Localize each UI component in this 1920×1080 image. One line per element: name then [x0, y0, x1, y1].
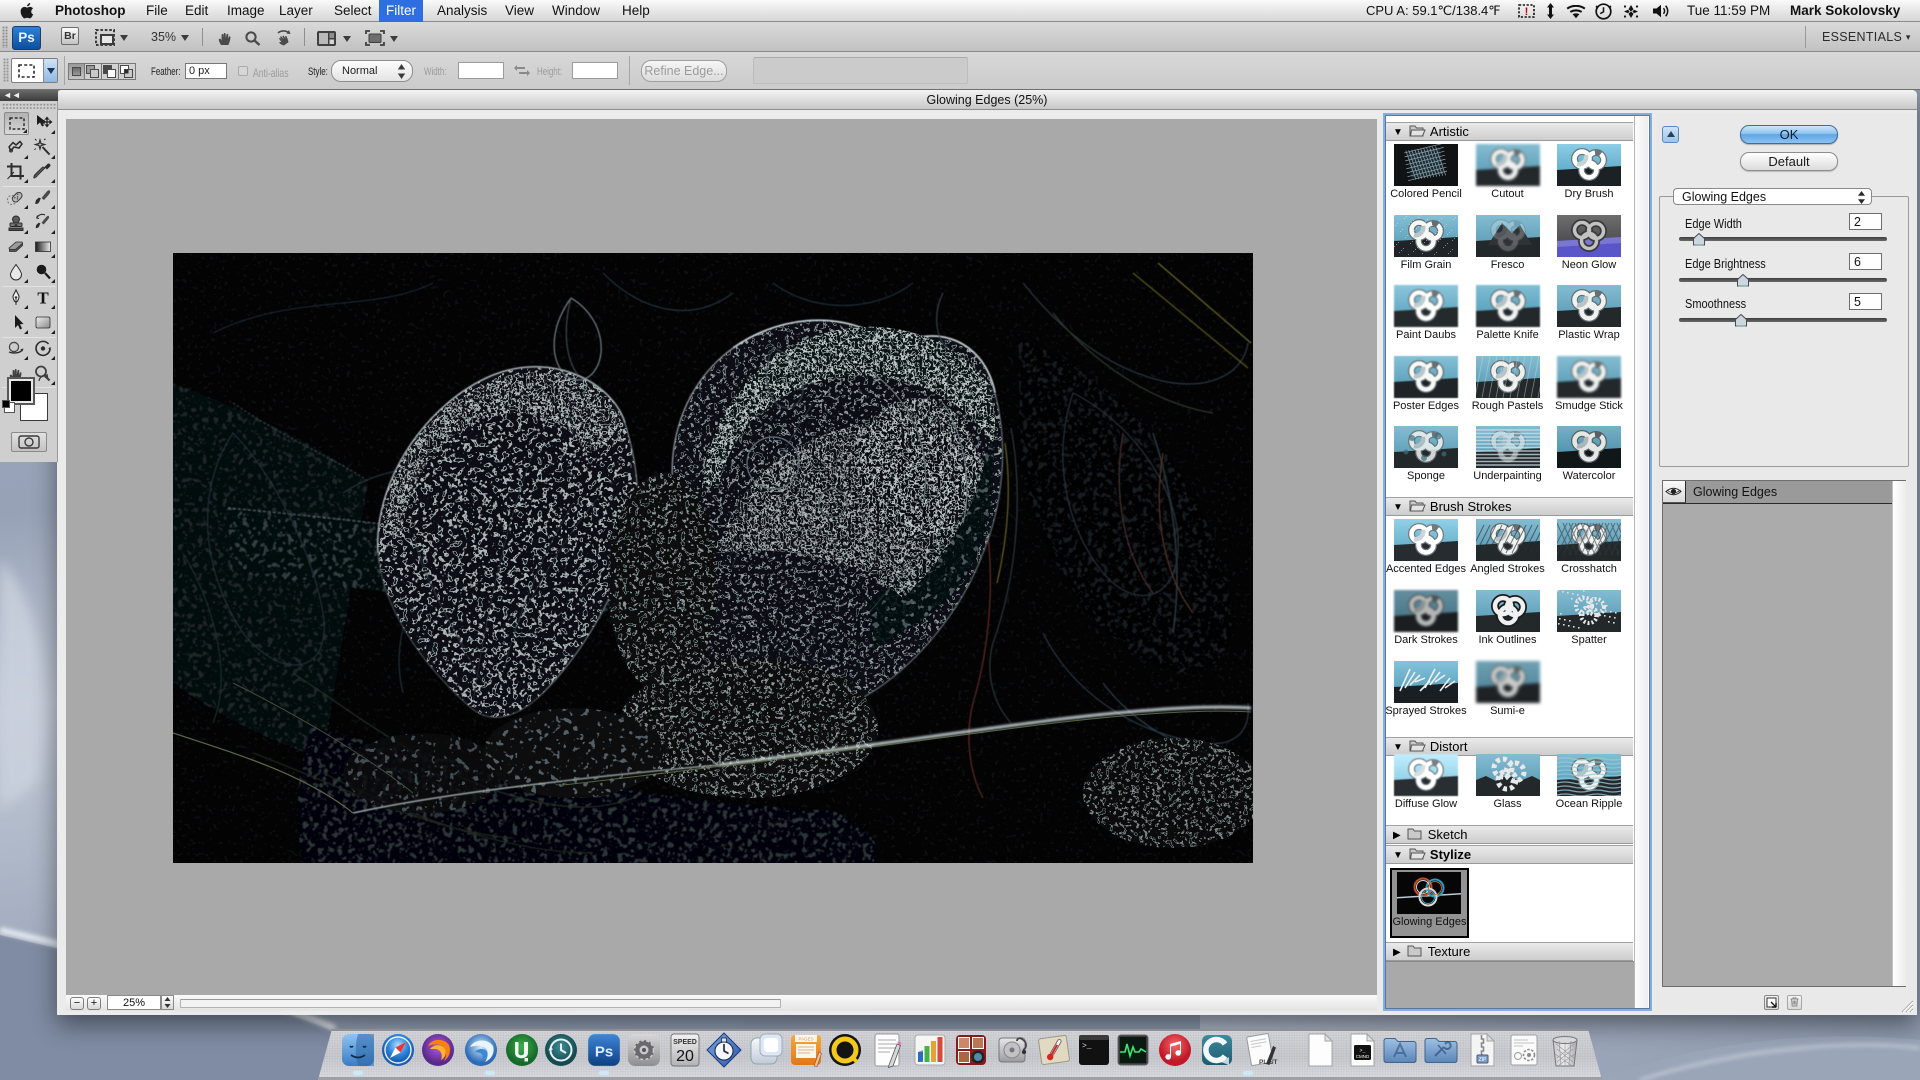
svg-text:PAGES: PAGES	[798, 1037, 813, 1042]
svg-text:>_: >_	[1082, 1042, 1092, 1051]
svg-text:20: 20	[676, 1048, 694, 1065]
svg-text:SPEED: SPEED	[673, 1039, 697, 1046]
svg-text:Ps: Ps	[595, 1044, 613, 1061]
svg-text:ZIP: ZIP	[1479, 1057, 1487, 1063]
svg-text:CMND: CMND	[1356, 1054, 1370, 1059]
